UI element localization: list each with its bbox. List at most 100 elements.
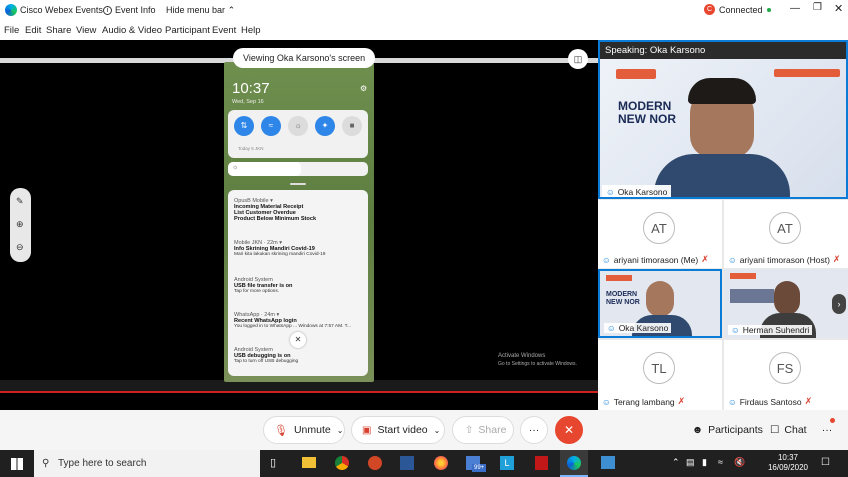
title-bar: Cisco Webex Events i Event Info Hide men…	[0, 0, 848, 20]
chat-button[interactable]: ☐ Chat	[766, 416, 812, 444]
menu-audio-video[interactable]: Audio & Video	[102, 25, 162, 36]
task-view-icon[interactable]: ▯	[270, 456, 276, 469]
participant-video-tile[interactable]: ☺ Herman Suhendri	[724, 269, 848, 338]
panel-more-label: ···	[821, 424, 833, 436]
network-icon[interactable]: ▤	[686, 457, 695, 468]
taskbar-search-box[interactable]: ⚲ Type here to search	[34, 450, 260, 477]
wifi-icon[interactable]: ≈	[718, 457, 723, 467]
zoom-in-icon[interactable]: ⊕	[16, 219, 24, 230]
tray-chevron-up-icon[interactable]: ⌃	[672, 457, 680, 468]
mic-muted-icon: ✗	[677, 396, 686, 406]
layout-toggle-icon[interactable]: ◫	[568, 49, 588, 69]
share-button[interactable]: ⇧ Share	[452, 416, 514, 444]
leave-meeting-button[interactable]: ✕	[555, 416, 583, 444]
restore-button[interactable]: ❐	[813, 2, 822, 13]
tile-slide-title	[730, 289, 774, 303]
more-options-button[interactable]: ···	[520, 416, 548, 444]
webex-status-icon: C	[704, 4, 715, 15]
panel-more-button[interactable]: ···	[816, 416, 838, 444]
viewing-banner-label: Viewing Oka Karsono's screen	[243, 53, 366, 63]
data-toggle-icon[interactable]: ⇅	[234, 116, 254, 136]
participant-video-tile[interactable]: MODERN NEW NOR ☺ Oka Karsono	[598, 269, 722, 338]
menu-edit[interactable]: Edit	[25, 25, 41, 36]
menu-event[interactable]: Event	[212, 25, 236, 36]
flashlight-toggle-icon[interactable]: ☼	[288, 116, 308, 136]
connection-status[interactable]: C Connected	[704, 4, 771, 15]
participant-tile[interactable]: FS ☺ Firdaus Santoso ✗	[724, 340, 848, 410]
wifi-toggle-icon[interactable]: ≈	[261, 116, 281, 136]
participant-tile[interactable]: TL ☺ Terang lambang ✗	[598, 340, 722, 410]
notification-whatsapp[interactable]: WhatsApp · 24m ▾ Recent WhatsApp login Y…	[234, 312, 368, 329]
menu-view[interactable]: View	[76, 25, 96, 36]
chevron-down-icon[interactable]: ⌄	[434, 426, 441, 435]
hide-menu-label: Hide menu bar	[166, 5, 226, 15]
clock[interactable]: 10:37 16/09/2020	[766, 453, 810, 473]
brightness-slider-fill	[228, 162, 301, 176]
participant-icon: ☺	[602, 254, 611, 265]
participants-icon: ☻	[692, 424, 704, 436]
hide-menu-bar-button[interactable]: Hide menu bar ⌃	[166, 5, 235, 16]
participant-tile[interactable]: AT ☺ ariyani timorason (Host) ✗	[724, 200, 848, 268]
activate-windows-title: Activate Windows	[498, 353, 546, 359]
firefox-icon[interactable]	[434, 456, 448, 470]
file-explorer-icon[interactable]	[302, 457, 316, 468]
connection-label: Connected	[719, 4, 763, 15]
chevron-down-icon[interactable]: ⌄	[337, 426, 344, 435]
notification-mobile-jkn[interactable]: Mobile JKN · 22m ▾ Info Skrining Mandiri…	[234, 240, 368, 257]
chrome-icon[interactable]	[335, 456, 349, 470]
weather-text: Today 5 JKN	[238, 146, 264, 151]
battery-icon[interactable]: ▮	[702, 457, 707, 468]
participant-name-row: ☺ Terang lambang ✗	[602, 396, 685, 407]
clear-notifications-icon[interactable]: ✕	[290, 332, 306, 348]
l-app-icon[interactable]: L	[500, 456, 514, 470]
action-center-icon[interactable]: ☐	[821, 457, 830, 468]
settings-gear-icon[interactable]: ⚙	[360, 84, 367, 93]
tile-slide-title: MODERN NEW NOR	[606, 291, 640, 306]
clock-time: 10:37	[777, 453, 799, 462]
menu-help[interactable]: Help	[241, 25, 261, 36]
windows-taskbar: ⚲ Type here to search ▯ 99+ L ⌃ ▤ ▮ ≈ 🔇 …	[0, 450, 848, 477]
tile-speaker-face	[774, 281, 800, 315]
car-mode-toggle-icon[interactable]: ■	[342, 116, 362, 136]
participant-icon: ☺	[728, 254, 737, 265]
windows-start-icon[interactable]	[11, 458, 23, 470]
notification-opusb[interactable]: OpusB Mobile ▾ Incoming Material Receipt…	[234, 198, 368, 222]
zoom-out-icon[interactable]: ⊖	[16, 242, 24, 253]
tile-speaker-face	[646, 281, 674, 317]
unmute-button[interactable]: 🎙 Unmute ⌄	[263, 416, 345, 444]
minimize-button[interactable]: —	[790, 3, 800, 14]
bluetooth-toggle-icon[interactable]: ✦	[315, 116, 335, 136]
participants-button[interactable]: ☻ Participants	[684, 416, 763, 444]
participant-icon: ☺	[607, 323, 616, 333]
notification-usb-debugging[interactable]: Android System USB debugging is on Tap t…	[234, 347, 368, 364]
chat-label: Chat	[784, 424, 807, 436]
participant-name-row: ☺ Firdaus Santoso ✗	[728, 396, 812, 407]
start-video-button[interactable]: ▣ Start video ⌄	[351, 416, 445, 444]
menu-bar: File Edit Share View Audio & Video Parti…	[0, 20, 848, 40]
close-button[interactable]: ✕	[834, 2, 843, 15]
shared-screen-area: Activate Windows Go to Settings to activ…	[0, 40, 598, 410]
menu-participant[interactable]: Participant	[165, 25, 210, 36]
event-info-button[interactable]: i Event Info	[103, 5, 156, 15]
quick-settings-panel: ⇅ ≈ ☼ ✦ ■ Today 5 JKN	[228, 110, 368, 158]
menu-share[interactable]: Share	[46, 25, 71, 36]
menu-file[interactable]: File	[4, 25, 19, 36]
participant-tile[interactable]: AT ☺ ariyani timorason (Me) ✗	[598, 200, 722, 268]
photos-icon[interactable]	[601, 456, 615, 469]
brightness-slider[interactable]: ☼	[228, 162, 368, 176]
participant-name: Firdaus Santoso	[739, 396, 802, 407]
annotate-icon[interactable]: ✎	[16, 196, 24, 207]
notification-text: You logged in to WhatsApp ... Windows at…	[234, 324, 352, 329]
next-page-arrow-icon[interactable]: ›	[832, 294, 846, 314]
participant-icon: ☺	[606, 187, 615, 197]
slide-title: MODERN NEW NOR	[618, 99, 676, 126]
powerpoint-icon[interactable]	[368, 456, 382, 470]
sponsor-logo	[774, 69, 840, 77]
notification-usb-transfer[interactable]: Android System USB file transfer is on T…	[234, 277, 368, 294]
tile-slide-logo	[606, 275, 632, 281]
participant-name: ariyani timorason (Host)	[739, 254, 830, 265]
volume-muted-icon[interactable]: 🔇	[734, 457, 745, 468]
word-icon[interactable]	[400, 456, 414, 470]
mcafee-icon[interactable]	[535, 456, 548, 470]
active-speaker-video[interactable]: Speaking: Oka Karsono MODERN NEW NOR ☺ O…	[598, 40, 848, 199]
